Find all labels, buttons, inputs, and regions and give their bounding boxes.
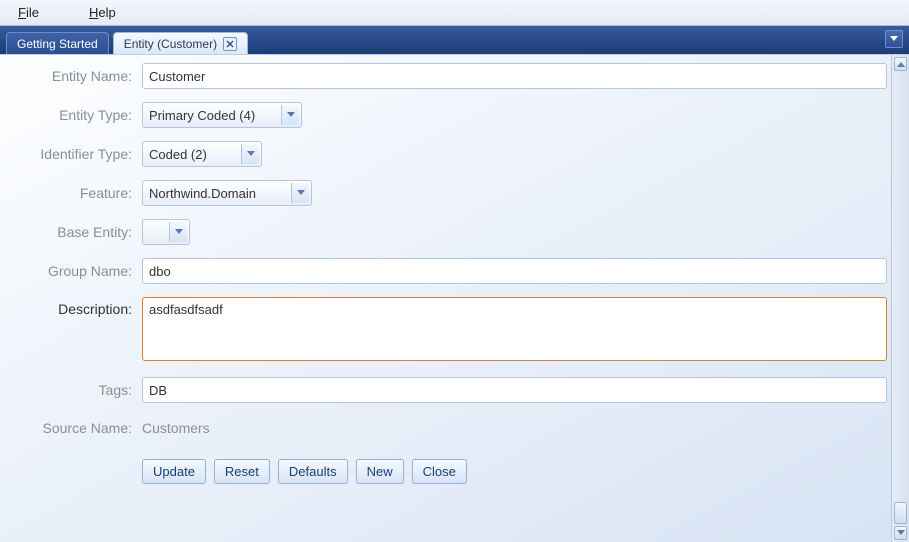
chevron-down-icon — [281, 105, 299, 125]
label-feature: Feature: — [12, 185, 142, 201]
source-name-value: Customers — [142, 416, 887, 440]
base-entity-select[interactable] — [142, 219, 190, 245]
tab-label: Entity (Customer) — [124, 37, 217, 51]
chevron-down-icon — [291, 183, 309, 203]
identifier-type-select[interactable]: Coded (2) — [142, 141, 262, 167]
menu-help[interactable]: Help — [79, 3, 126, 22]
entity-name-input[interactable] — [142, 63, 887, 89]
button-bar: Update Reset Defaults New Close — [142, 459, 887, 484]
label-source-name: Source Name: — [12, 420, 142, 436]
tabstrip: Getting Started Entity (Customer) — [0, 26, 909, 54]
scroll-thumb[interactable] — [894, 502, 907, 524]
tab-entity-customer[interactable]: Entity (Customer) — [113, 32, 248, 54]
chevron-down-icon — [897, 530, 905, 536]
label-entity-type: Entity Type: — [12, 107, 142, 123]
group-name-input[interactable] — [142, 258, 887, 284]
feature-select[interactable]: Northwind.Domain — [142, 180, 312, 206]
menubar: File Help — [0, 0, 909, 26]
chevron-down-icon — [169, 222, 187, 242]
close-icon — [226, 40, 234, 48]
update-button[interactable]: Update — [142, 459, 206, 484]
close-button[interactable]: Close — [412, 459, 467, 484]
vertical-scrollbar[interactable] — [891, 55, 909, 542]
select-value: Primary Coded (4) — [149, 108, 255, 123]
scroll-down-button[interactable] — [894, 526, 907, 540]
chevron-down-icon — [890, 36, 898, 42]
form-panel: Entity Name: Entity Type: Primary Coded … — [0, 54, 909, 542]
select-value: Coded (2) — [149, 147, 207, 162]
tab-label: Getting Started — [17, 37, 98, 51]
select-value: Northwind.Domain — [149, 186, 256, 201]
chevron-up-icon — [897, 61, 905, 67]
defaults-button[interactable]: Defaults — [278, 459, 348, 484]
label-entity-name: Entity Name: — [12, 68, 142, 84]
tab-getting-started[interactable]: Getting Started — [6, 32, 109, 54]
entity-type-select[interactable]: Primary Coded (4) — [142, 102, 302, 128]
menu-file[interactable]: File — [8, 3, 49, 22]
label-tags: Tags: — [12, 382, 142, 398]
label-base-entity: Base Entity: — [12, 224, 142, 240]
chevron-down-icon — [241, 144, 259, 164]
tags-input[interactable] — [142, 377, 887, 403]
reset-button[interactable]: Reset — [214, 459, 270, 484]
new-button[interactable]: New — [356, 459, 404, 484]
label-identifier-type: Identifier Type: — [12, 146, 142, 162]
close-tab-button[interactable] — [223, 37, 237, 51]
scroll-up-button[interactable] — [894, 57, 907, 71]
label-group-name: Group Name: — [12, 263, 142, 279]
description-input[interactable] — [142, 297, 887, 361]
tab-overflow-button[interactable] — [885, 30, 903, 48]
label-description: Description: — [12, 297, 142, 317]
